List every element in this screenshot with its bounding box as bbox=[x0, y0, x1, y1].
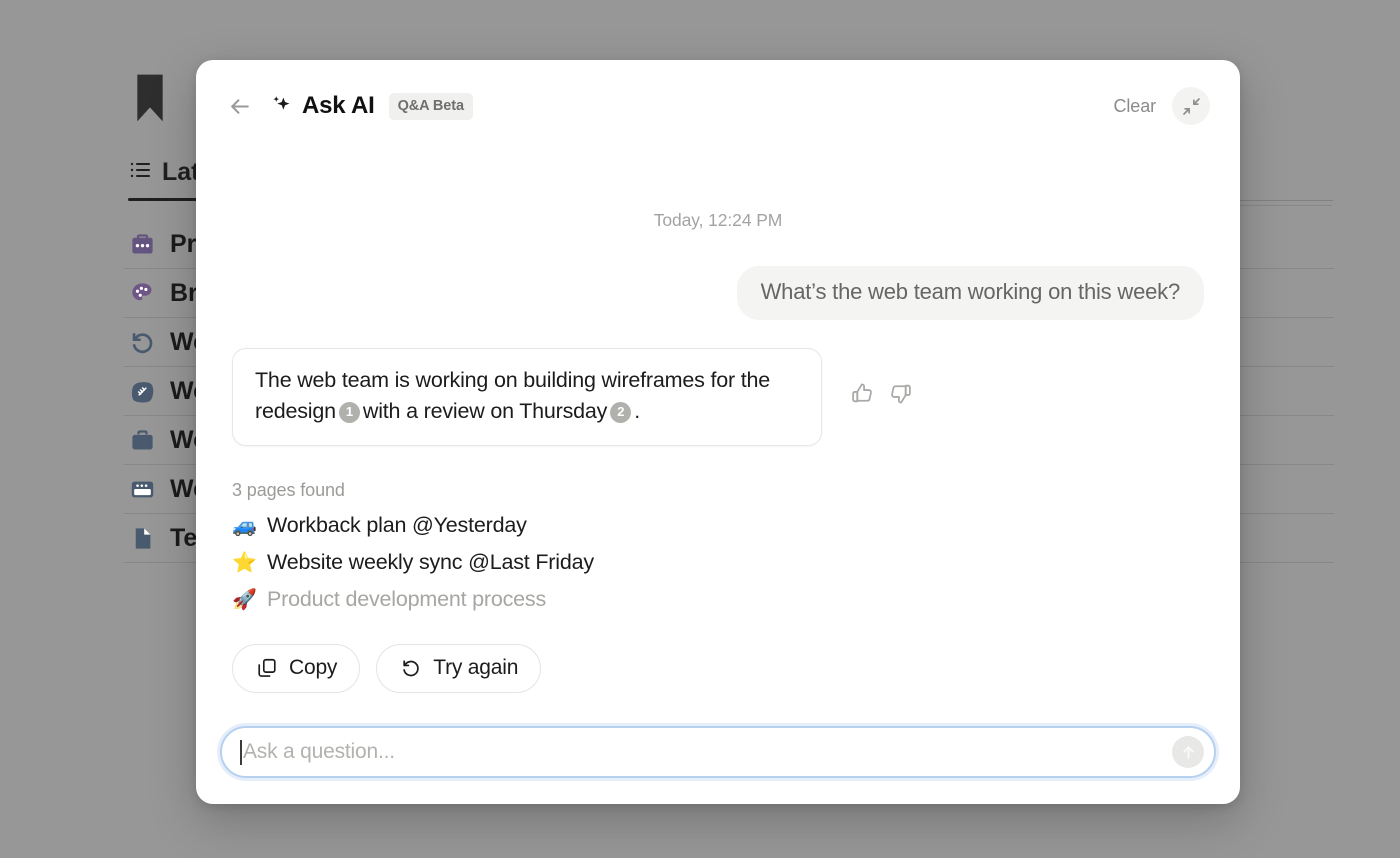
window-icon bbox=[128, 475, 156, 503]
rocket-emoji: 🚀 bbox=[232, 587, 257, 612]
background-tab-latest[interactable]: Lat bbox=[128, 158, 200, 187]
try-again-button[interactable]: Try again bbox=[376, 644, 541, 693]
clear-button[interactable]: Clear bbox=[1113, 96, 1156, 117]
copy-button-label: Copy bbox=[289, 656, 337, 680]
assistant-message-bubble: The web team is working on building wire… bbox=[232, 348, 822, 446]
assistant-message-text: The web team is working on building wire… bbox=[255, 365, 799, 427]
source-item[interactable]: ⭐ Website weekly sync @Last Friday bbox=[232, 550, 1204, 575]
page-title: Ask AI bbox=[302, 92, 375, 120]
search-input[interactable] bbox=[243, 740, 1162, 764]
action-buttons: Copy Try again bbox=[232, 644, 1204, 693]
sources-section: 3 pages found 🚙 Workback plan @Yesterday… bbox=[232, 480, 1204, 612]
source-item-label: Workback plan @Yesterday bbox=[267, 513, 527, 538]
question-input-wrapper[interactable] bbox=[220, 726, 1216, 778]
conversation-area: Today, 12:24 PM What’s the web team work… bbox=[196, 152, 1240, 726]
document-icon bbox=[128, 524, 156, 552]
sources-count-label: 3 pages found bbox=[232, 480, 1204, 501]
assistant-text-part-2: with a review on Thursday bbox=[363, 399, 607, 423]
source-item[interactable]: 🚙 Workback plan @Yesterday bbox=[232, 513, 1204, 538]
status-badge: Q&A Beta bbox=[389, 93, 473, 120]
ask-ai-modal: Ask AI Q&A Beta Clear Today, 12:24 PM Wh… bbox=[196, 60, 1240, 804]
citation-badge-2[interactable]: 2 bbox=[610, 402, 631, 423]
sparkle-icon bbox=[268, 93, 294, 119]
briefcase-icon bbox=[128, 426, 156, 454]
list-item-label: Te bbox=[170, 524, 197, 553]
toolbox-icon bbox=[128, 230, 156, 258]
minimize-button[interactable] bbox=[1172, 87, 1210, 125]
back-button[interactable] bbox=[222, 89, 256, 123]
copy-icon bbox=[255, 657, 278, 680]
modal-header: Ask AI Q&A Beta Clear bbox=[196, 60, 1240, 152]
list-icon bbox=[128, 158, 152, 187]
copy-button[interactable]: Copy bbox=[232, 644, 360, 693]
conversation-timestamp: Today, 12:24 PM bbox=[232, 210, 1204, 231]
thumbs-down-icon[interactable] bbox=[887, 380, 913, 406]
bookmark-icon bbox=[131, 70, 169, 126]
citation-badge-1[interactable]: 1 bbox=[339, 402, 360, 423]
blue-car-emoji: 🚙 bbox=[232, 513, 257, 538]
football-icon bbox=[128, 377, 156, 405]
source-item-label: Product development process bbox=[267, 587, 546, 612]
assistant-text-part-3: . bbox=[634, 399, 640, 423]
redo-icon bbox=[399, 657, 422, 680]
send-button[interactable] bbox=[1172, 736, 1204, 768]
star-emoji: ⭐ bbox=[232, 550, 257, 575]
input-area bbox=[196, 726, 1240, 804]
text-caret bbox=[240, 740, 242, 765]
palette-icon bbox=[128, 279, 156, 307]
undo-icon bbox=[128, 328, 156, 356]
source-item[interactable]: 🚀 Product development process bbox=[232, 587, 1204, 612]
background-tab-label: Lat bbox=[162, 158, 200, 187]
source-item-label: Website weekly sync @Last Friday bbox=[267, 550, 594, 575]
assistant-message-row: The web team is working on building wire… bbox=[232, 348, 1204, 446]
user-message-bubble: What’s the web team working on this week… bbox=[737, 266, 1204, 320]
user-message-row: What’s the web team working on this week… bbox=[232, 266, 1204, 320]
background-right-divider bbox=[1240, 205, 1332, 206]
feedback-group bbox=[849, 380, 913, 406]
thumbs-up-icon[interactable] bbox=[849, 380, 875, 406]
try-again-button-label: Try again bbox=[433, 656, 518, 680]
